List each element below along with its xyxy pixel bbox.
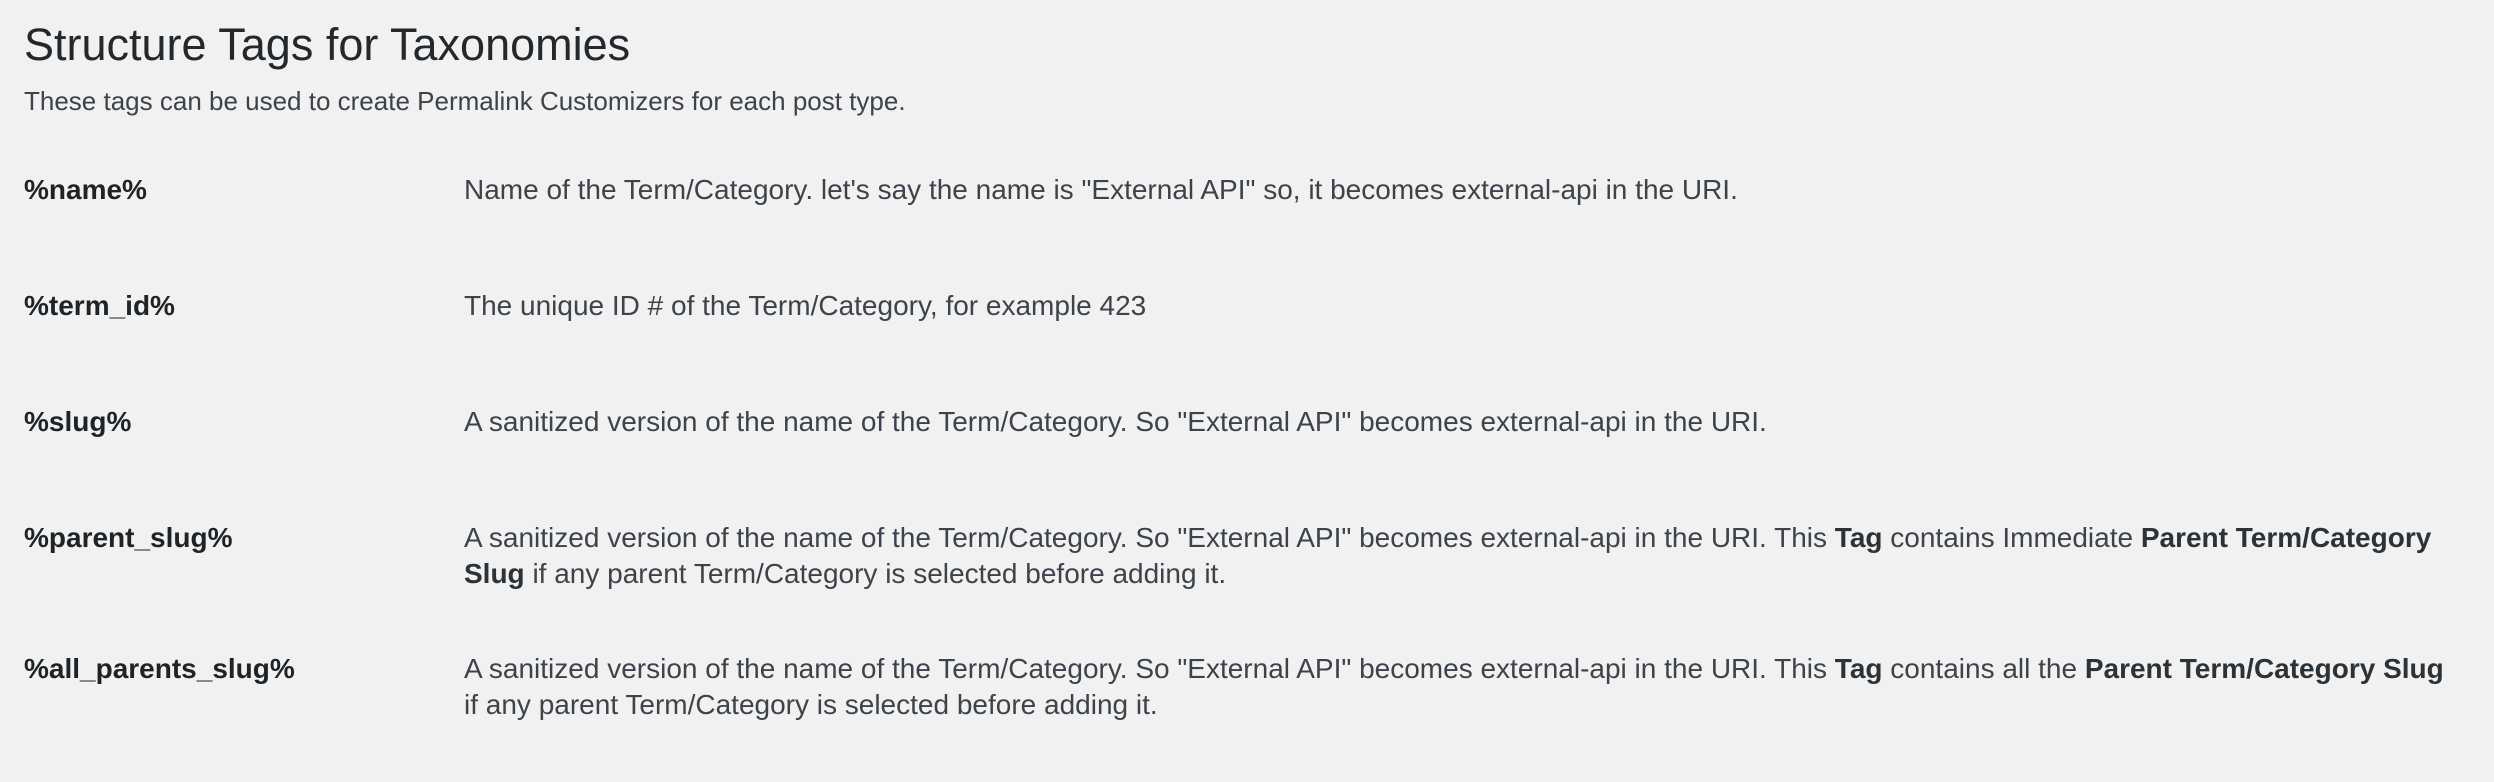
description-text: A sanitized version of the name of the T…: [464, 653, 1835, 684]
description-bold: Tag: [1834, 653, 1883, 684]
structure-tags-section: Structure Tags for Taxonomies These tags…: [0, 0, 2494, 782]
description-text: contains Immediate: [1882, 522, 2141, 553]
tag-code: %slug%: [24, 406, 132, 437]
tag-code: %term_id%: [24, 290, 175, 321]
description-text: contains all the: [1882, 653, 2085, 684]
description-text: if any parent Term/Category is selected …: [524, 558, 1227, 589]
tag-code: %name%: [24, 174, 147, 205]
page-title: Structure Tags for Taxonomies: [24, 19, 631, 70]
page-subtitle: These tags can be used to create Permali…: [24, 86, 906, 116]
tag-description: A sanitized version of the name of the T…: [464, 406, 1767, 437]
tag-description: A sanitized version of the name of the T…: [464, 520, 2464, 592]
tag-description: The unique ID # of the Term/Category, fo…: [464, 290, 1147, 321]
description-bold: Tag: [1834, 522, 1883, 553]
tag-code: %all_parents_slug%: [24, 653, 295, 684]
description-text: A sanitized version of the name of the T…: [464, 522, 1835, 553]
description-bold: Parent Term/Category Slug: [2084, 653, 2444, 684]
tag-description: Name of the Term/Category. let's say the…: [464, 174, 1738, 205]
tag-description: A sanitized version of the name of the T…: [464, 651, 2464, 723]
tag-code: %parent_slug%: [24, 522, 233, 553]
description-text: if any parent Term/Category is selected …: [464, 689, 1158, 720]
